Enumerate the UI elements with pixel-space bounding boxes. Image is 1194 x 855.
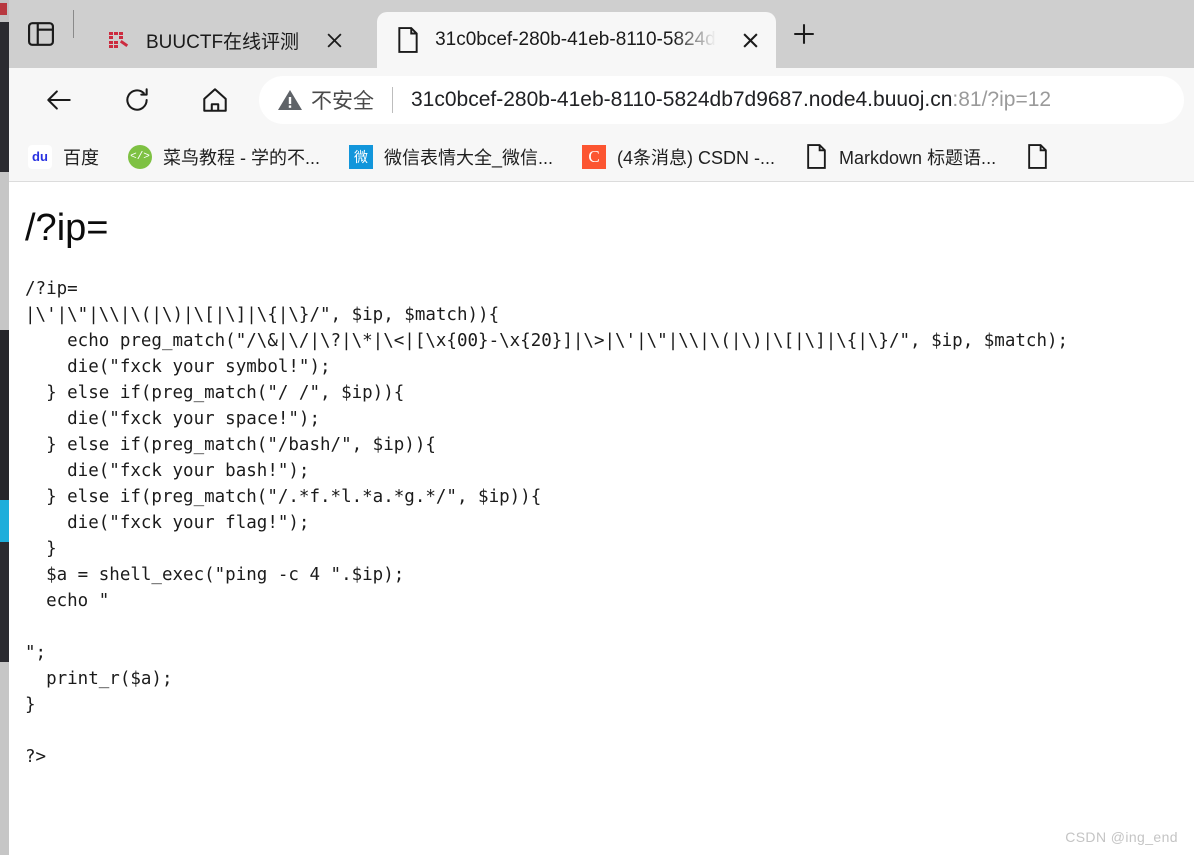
url-path: :81/?ip=12	[952, 88, 1052, 111]
background-window-sliver	[0, 0, 9, 855]
reload-icon[interactable]	[109, 72, 165, 128]
wechat-icon: 微	[348, 144, 374, 170]
sidebar-panel-icon[interactable]	[9, 0, 73, 68]
bookmark-label: 菜鸟教程 - 学的不...	[163, 147, 320, 168]
bookmark-label: 百度	[63, 147, 99, 168]
warning-triangle-icon[interactable]	[277, 87, 303, 113]
runoob-icon: </>	[127, 144, 153, 170]
home-icon[interactable]	[187, 72, 243, 128]
page-document-icon	[1024, 144, 1050, 170]
php-source-output: /?ip= |\'|\"|\\|\(|\)|\[|\]|\{|\}/", $ip…	[25, 278, 1069, 767]
bookmark-label: (4条消息) CSDN -...	[617, 147, 776, 168]
bookmark-csdn[interactable]: C (4条消息) CSDN -...	[581, 144, 775, 170]
navigation-toolbar: 不安全 31c0bcef-280b-41eb-8110-5824db7d9687…	[9, 68, 1194, 132]
tab-strip-divider	[73, 10, 74, 38]
browser-window: BUUCTF在线评测 31c0bcef-280b-41eb-8110-5824d	[9, 0, 1194, 855]
sliver-segment-dark-2	[0, 330, 9, 500]
sliver-segment-dark-3	[0, 542, 9, 662]
csdn-watermark: CSDN @ing_end	[1065, 829, 1178, 845]
tab-close-button[interactable]	[734, 23, 768, 57]
address-bar[interactable]: 不安全 31c0bcef-280b-41eb-8110-5824db7d9687…	[259, 76, 1184, 124]
tab-strip: BUUCTF在线评测 31c0bcef-280b-41eb-8110-5824d	[9, 0, 1194, 68]
tab-buuctf[interactable]: BUUCTF在线评测	[88, 12, 359, 68]
page-title: /?ip=	[25, 207, 109, 249]
bookmark-baidu[interactable]: du 百度	[27, 144, 99, 170]
back-arrow-icon[interactable]	[31, 72, 87, 128]
bookmarks-bar: du 百度 </> 菜鸟教程 - 学的不... 微 微信表情大全_微信... C…	[9, 132, 1194, 182]
new-tab-button[interactable]	[776, 6, 832, 62]
security-status-text: 不安全	[311, 90, 374, 113]
tab-challenge-page[interactable]: 31c0bcef-280b-41eb-8110-5824d	[377, 12, 776, 68]
bookmark-runoob[interactable]: </> 菜鸟教程 - 学的不...	[127, 144, 320, 170]
buuctf-logo-icon	[106, 27, 132, 53]
page-document-icon	[803, 144, 829, 170]
page-body: /?ip= /?ip= |\'|\"|\\|\(|\)|\[|\]|\{|\}/…	[9, 182, 1194, 770]
csdn-icon: C	[581, 144, 607, 170]
omnibox-divider	[392, 87, 393, 113]
sliver-segment-red	[0, 3, 7, 15]
page-document-icon	[395, 27, 421, 53]
sliver-segment-cyan-highlight	[0, 500, 9, 542]
url-host: 31c0bcef-280b-41eb-8110-5824db7d9687.nod…	[411, 88, 953, 111]
tab-title: 31c0bcef-280b-41eb-8110-5824d	[435, 29, 716, 50]
url-text[interactable]: 31c0bcef-280b-41eb-8110-5824db7d9687.nod…	[411, 88, 1051, 112]
tab-title: BUUCTF在线评测	[146, 31, 300, 53]
bookmark-label: 微信表情大全_微信...	[384, 147, 554, 168]
runoob-glyph: </>	[128, 144, 152, 169]
bookmark-markdown[interactable]: Markdown 标题语...	[803, 144, 996, 170]
baidu-icon: du	[27, 144, 53, 170]
csdn-glyph: C	[582, 144, 607, 169]
sliver-segment-grey-1	[0, 172, 9, 330]
sliver-segment-grey-2	[0, 662, 9, 855]
wechat-glyph: 微	[349, 144, 373, 169]
baidu-glyph: du	[28, 144, 52, 169]
bookmark-overflow-item[interactable]	[1024, 144, 1060, 170]
page-viewport: /?ip= /?ip= |\'|\"|\\|\(|\)|\[|\]|\{|\}/…	[9, 182, 1194, 855]
bookmark-wechat-emoji[interactable]: 微 微信表情大全_微信...	[348, 144, 553, 170]
tab-close-button[interactable]	[317, 23, 351, 57]
sliver-segment-dark-1	[0, 22, 9, 172]
bookmark-label: Markdown 标题语...	[839, 147, 997, 168]
